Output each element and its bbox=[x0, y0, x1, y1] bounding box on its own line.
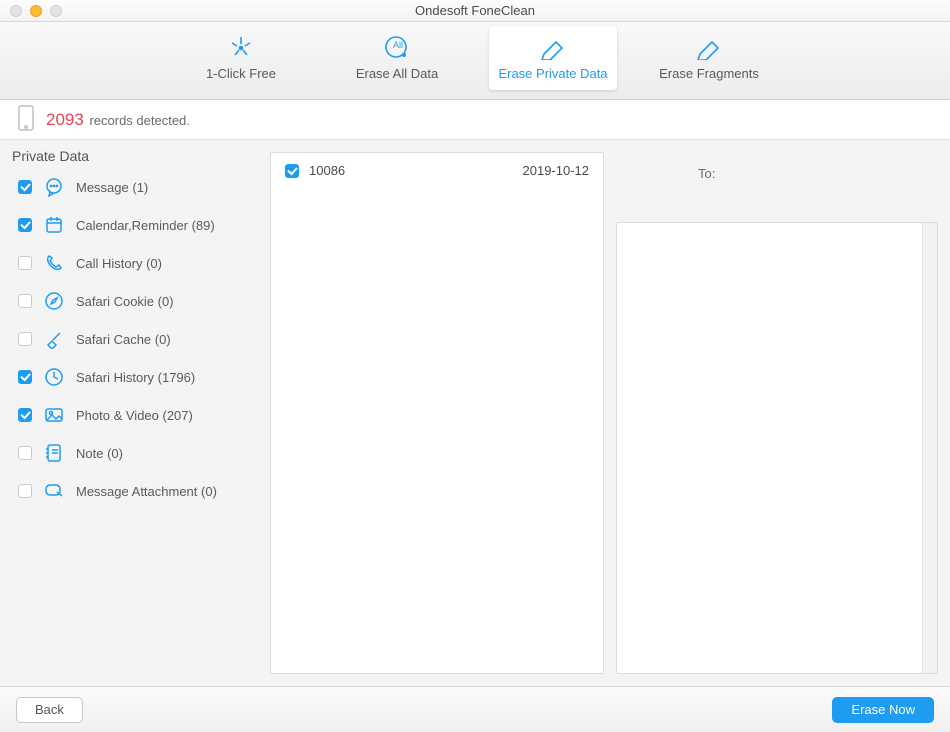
sidebar-item-label: Safari History (1796) bbox=[76, 370, 195, 385]
checkbox[interactable] bbox=[18, 332, 32, 346]
to-label: To: bbox=[698, 166, 715, 181]
sidebar-item-note[interactable]: Note (0) bbox=[0, 434, 258, 472]
close-window-button[interactable] bbox=[10, 5, 22, 17]
sidebar-item-safari-cookie[interactable]: Safari Cookie (0) bbox=[0, 282, 258, 320]
erase-all-icon: All bbox=[382, 32, 412, 62]
sidebar-title: Private Data bbox=[0, 140, 258, 168]
sidebar: Private Data Message (1) Calendar,Remind… bbox=[0, 140, 258, 686]
tab-erase-all-data[interactable]: All Erase All Data bbox=[333, 26, 461, 90]
records-count: 2093 bbox=[46, 110, 84, 129]
records-strip: 2093 records detected. bbox=[0, 100, 950, 140]
message-row[interactable]: 10086 2019-10-12 bbox=[271, 153, 603, 188]
sidebar-item-label: Photo & Video (207) bbox=[76, 408, 193, 423]
checkbox[interactable] bbox=[18, 180, 32, 194]
message-sender: 10086 bbox=[309, 163, 345, 178]
compass-icon bbox=[44, 291, 64, 311]
tab-label: Erase All Data bbox=[356, 66, 438, 81]
window-title: Ondesoft FoneClean bbox=[0, 3, 950, 18]
svg-text:All: All bbox=[393, 40, 403, 50]
checkbox[interactable] bbox=[285, 164, 299, 178]
click-icon bbox=[227, 32, 255, 62]
sidebar-item-label: Message Attachment (0) bbox=[76, 484, 217, 499]
sidebar-item-label: Note (0) bbox=[76, 446, 123, 461]
sidebar-item-safari-cache[interactable]: Safari Cache (0) bbox=[0, 320, 258, 358]
checkbox[interactable] bbox=[18, 408, 32, 422]
message-icon bbox=[44, 177, 64, 197]
erase-private-icon bbox=[538, 32, 568, 62]
sidebar-item-label: Call History (0) bbox=[76, 256, 162, 271]
tab-label: Erase Private Data bbox=[498, 66, 607, 81]
tab-label: 1-Click Free bbox=[206, 66, 276, 81]
tab-label: Erase Fragments bbox=[659, 66, 759, 81]
sidebar-item-label: Safari Cache (0) bbox=[76, 332, 171, 347]
toolbar: 1-Click Free All Erase All Data Erase Pr… bbox=[0, 22, 950, 100]
footer: Back Erase Now bbox=[0, 686, 950, 732]
tab-erase-private-data[interactable]: Erase Private Data bbox=[489, 26, 617, 90]
maximize-window-button[interactable] bbox=[50, 5, 62, 17]
window-controls bbox=[0, 5, 62, 17]
checkbox[interactable] bbox=[18, 294, 32, 308]
sidebar-item-label: Safari Cookie (0) bbox=[76, 294, 174, 309]
tab-1-click-free[interactable]: 1-Click Free bbox=[177, 26, 305, 90]
sidebar-item-message-attachment[interactable]: Message Attachment (0) bbox=[0, 472, 258, 510]
call-icon bbox=[44, 253, 64, 273]
records-suffix: records detected. bbox=[89, 113, 189, 128]
tab-erase-fragments[interactable]: Erase Fragments bbox=[645, 26, 773, 90]
minimize-window-button[interactable] bbox=[30, 5, 42, 17]
checkbox[interactable] bbox=[18, 484, 32, 498]
erase-fragments-icon bbox=[694, 32, 724, 62]
erase-now-button[interactable]: Erase Now bbox=[832, 697, 934, 723]
calendar-icon bbox=[44, 215, 64, 235]
sidebar-item-calendar[interactable]: Calendar,Reminder (89) bbox=[0, 206, 258, 244]
sidebar-list: Message (1) Calendar,Reminder (89) Call … bbox=[0, 168, 258, 686]
clock-icon bbox=[44, 367, 64, 387]
titlebar: Ondesoft FoneClean bbox=[0, 0, 950, 22]
checkbox[interactable] bbox=[18, 218, 32, 232]
sidebar-item-label: Message (1) bbox=[76, 180, 148, 195]
sidebar-item-label: Calendar,Reminder (89) bbox=[76, 218, 215, 233]
sidebar-item-photo-video[interactable]: Photo & Video (207) bbox=[0, 396, 258, 434]
note-icon bbox=[44, 443, 64, 463]
back-button[interactable]: Back bbox=[16, 697, 83, 723]
checkbox[interactable] bbox=[18, 256, 32, 270]
checkbox[interactable] bbox=[18, 446, 32, 460]
brush-icon bbox=[44, 329, 64, 349]
message-date: 2019-10-12 bbox=[523, 163, 590, 178]
detail-content[interactable] bbox=[616, 222, 938, 674]
main: Private Data Message (1) Calendar,Remind… bbox=[0, 140, 950, 686]
sidebar-item-message[interactable]: Message (1) bbox=[0, 168, 258, 206]
sidebar-item-call-history[interactable]: Call History (0) bbox=[0, 244, 258, 282]
photo-icon bbox=[44, 405, 64, 425]
detail-to-strip: To: bbox=[616, 152, 938, 196]
detail-panel: To: bbox=[616, 152, 938, 674]
attachment-icon bbox=[44, 481, 64, 501]
phone-icon bbox=[18, 105, 34, 134]
checkbox[interactable] bbox=[18, 370, 32, 384]
sidebar-item-safari-history[interactable]: Safari History (1796) bbox=[0, 358, 258, 396]
message-list-panel: 10086 2019-10-12 bbox=[270, 152, 604, 674]
